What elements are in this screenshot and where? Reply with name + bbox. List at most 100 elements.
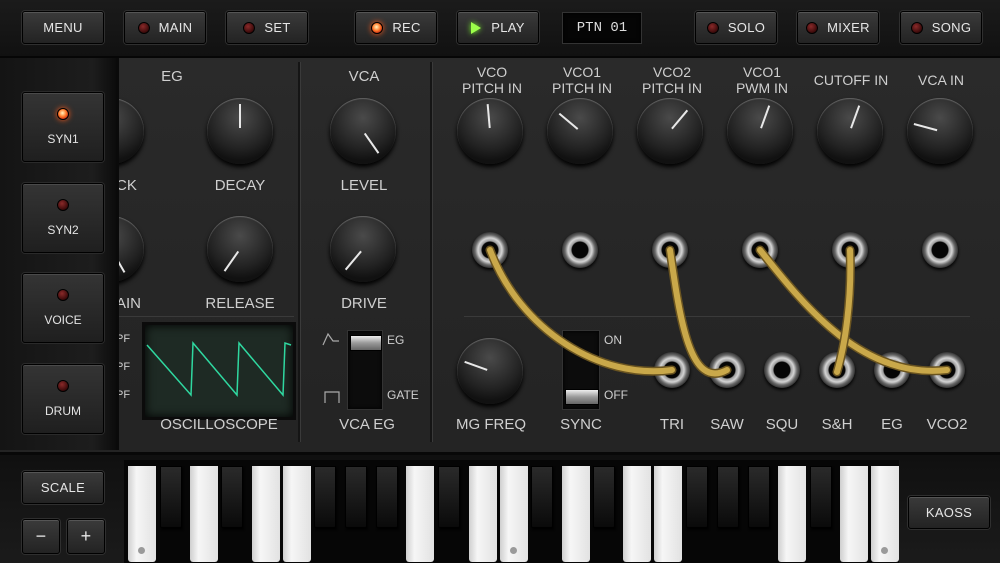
white-key[interactable] xyxy=(283,466,311,562)
level-label: LEVEL xyxy=(340,177,388,194)
black-key[interactable] xyxy=(345,466,367,528)
kaoss-button[interactable]: KAOSS xyxy=(908,496,990,529)
sync-label: SYNC xyxy=(560,416,602,433)
white-key[interactable] xyxy=(406,466,434,562)
sidebar-item-voice[interactable]: VOICE xyxy=(22,273,104,343)
tri-label: TRI xyxy=(659,416,685,433)
rec-button[interactable]: REC xyxy=(355,11,437,44)
vco-pitch-in-knob[interactable] xyxy=(457,98,523,164)
octave-down-button[interactable]: − xyxy=(22,519,60,554)
patch-divider-line xyxy=(464,316,970,317)
black-key[interactable] xyxy=(438,466,460,528)
vco1-pitch-in-label: VCO1 PITCH IN xyxy=(552,64,612,96)
black-key[interactable] xyxy=(717,466,739,528)
black-key[interactable] xyxy=(160,466,182,528)
decay-label: DECAY xyxy=(214,177,266,194)
jack-tri-out[interactable] xyxy=(654,352,690,388)
decay-knob[interactable] xyxy=(207,98,273,164)
jack-vco-pitch-in[interactable] xyxy=(472,232,508,268)
vco1-pwm-in-knob[interactable] xyxy=(727,98,793,164)
attack-label: CK xyxy=(116,177,137,194)
jack-vca-in[interactable] xyxy=(922,232,958,268)
set-button[interactable]: SET xyxy=(226,11,308,44)
jack-cutoff-in[interactable] xyxy=(832,232,868,268)
scale-label: SCALE xyxy=(40,480,86,495)
jack-vco2-pitch-in[interactable] xyxy=(652,232,688,268)
black-key[interactable] xyxy=(810,466,832,528)
plus-icon: + xyxy=(80,526,92,546)
mixer-button[interactable]: MIXER xyxy=(797,11,879,44)
white-key[interactable] xyxy=(469,466,497,562)
vco1-pitch-in-knob[interactable] xyxy=(547,98,613,164)
jack-vco1-pwm-in[interactable] xyxy=(742,232,778,268)
release-knob[interactable] xyxy=(207,216,273,282)
main-led-icon xyxy=(137,21,150,34)
sidebar-item-syn2[interactable]: SYN2 xyxy=(22,183,104,253)
song-label: SONG xyxy=(931,20,972,35)
mg-freq-knob[interactable] xyxy=(457,338,523,404)
menu-button[interactable]: MENU xyxy=(22,11,104,44)
pattern-display: PTN 01 xyxy=(562,12,642,44)
cutoff-in-knob[interactable] xyxy=(817,98,883,164)
sidebar-item-syn1[interactable]: SYN1 xyxy=(22,92,104,162)
white-key[interactable] xyxy=(500,466,528,562)
white-key[interactable] xyxy=(778,466,806,562)
play-button[interactable]: PLAY xyxy=(457,11,539,44)
jack-sh-out[interactable] xyxy=(819,352,855,388)
jack-vco2-out[interactable] xyxy=(929,352,965,388)
sync-on-label: ON xyxy=(604,333,622,347)
vca-eg-switch[interactable] xyxy=(347,330,383,410)
play-label: PLAY xyxy=(491,20,525,35)
jack-saw-out[interactable] xyxy=(709,352,745,388)
sustain-label: AIN xyxy=(116,295,142,312)
jack-squ-out[interactable] xyxy=(764,352,800,388)
drive-knob[interactable] xyxy=(330,216,396,282)
vco2-out-label: VCO2 xyxy=(926,416,968,433)
black-key[interactable] xyxy=(748,466,770,528)
gate-shape-icon xyxy=(324,391,340,403)
jack-vco1-pitch-in[interactable] xyxy=(562,232,598,268)
black-key[interactable] xyxy=(593,466,615,528)
play-icon xyxy=(471,21,482,34)
solo-button[interactable]: SOLO xyxy=(695,11,777,44)
mixer-led-icon xyxy=(806,21,819,34)
black-key[interactable] xyxy=(221,466,243,528)
scale-button[interactable]: SCALE xyxy=(22,471,104,504)
vco2-pitch-in-knob[interactable] xyxy=(637,98,703,164)
white-key[interactable] xyxy=(654,466,682,562)
white-key[interactable] xyxy=(252,466,280,562)
section-divider xyxy=(298,62,301,442)
vca-in-knob[interactable] xyxy=(907,98,973,164)
song-led-icon xyxy=(910,21,923,34)
sidebar-item-drum[interactable]: DRUM xyxy=(22,364,104,434)
set-led-icon xyxy=(243,21,256,34)
sync-switch[interactable] xyxy=(562,330,600,410)
black-key[interactable] xyxy=(686,466,708,528)
menu-label: MENU xyxy=(43,20,83,35)
white-key[interactable] xyxy=(128,466,156,562)
black-key[interactable] xyxy=(376,466,398,528)
main-button[interactable]: MAIN xyxy=(124,11,206,44)
syn1-label: SYN1 xyxy=(47,132,79,146)
song-button[interactable]: SONG xyxy=(900,11,982,44)
octave-up-button[interactable]: + xyxy=(67,519,105,554)
level-knob[interactable] xyxy=(330,98,396,164)
black-key[interactable] xyxy=(531,466,553,528)
rec-label: REC xyxy=(392,20,421,35)
white-key[interactable] xyxy=(623,466,651,562)
jack-eg-out[interactable] xyxy=(874,352,910,388)
syn1-led-icon xyxy=(57,108,69,120)
white-key[interactable] xyxy=(840,466,868,562)
white-key[interactable] xyxy=(871,466,899,562)
vca-eg-label-gate: GATE xyxy=(387,388,419,402)
white-key[interactable] xyxy=(562,466,590,562)
minus-icon: − xyxy=(35,526,47,546)
drum-label: DRUM xyxy=(45,404,81,418)
white-key[interactable] xyxy=(190,466,218,562)
voice-led-icon xyxy=(57,289,69,301)
oscilloscope-label: OSCILLOSCOPE xyxy=(160,416,278,433)
black-key[interactable] xyxy=(314,466,336,528)
eg-divider-line xyxy=(116,316,294,317)
syn2-label: SYN2 xyxy=(47,223,79,237)
eg-out-label: EG xyxy=(881,416,903,433)
